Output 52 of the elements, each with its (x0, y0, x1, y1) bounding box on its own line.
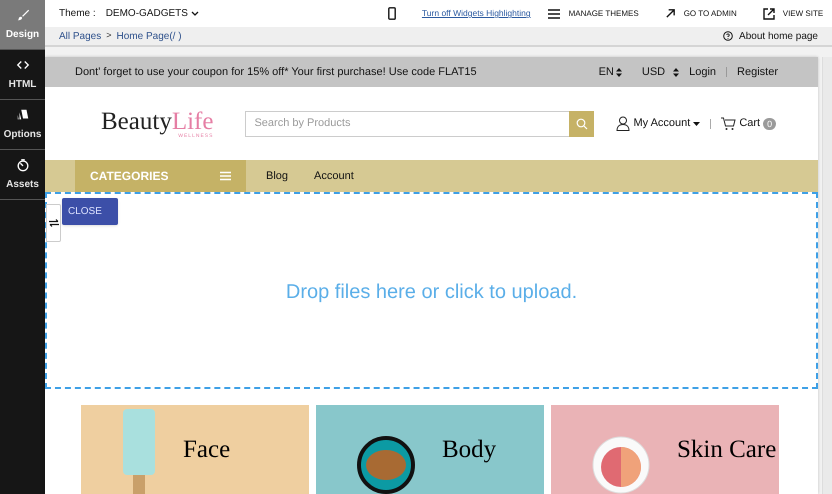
toolbar-action[interactable]: GO TO ADMIN (664, 8, 737, 20)
category-title: Face (183, 435, 230, 466)
dial-icon (16, 158, 30, 172)
about-page-link[interactable]: About home page (739, 28, 818, 44)
category-title: Skin Care (677, 435, 776, 466)
dropzone-text: Drop files here or click to upload. (286, 280, 578, 304)
swap-handle[interactable] (46, 204, 61, 242)
logo-text: Beauty (101, 108, 172, 134)
login-link[interactable]: Login (689, 64, 716, 80)
theme-dropdown[interactable]: DEMO-GADGETS (106, 6, 199, 21)
category-title: Body (442, 435, 496, 466)
nav-link[interactable]: Account (314, 168, 354, 184)
toolbar-action[interactable]: VIEW SITE (762, 8, 824, 20)
caret-icon (693, 122, 700, 126)
logo-accent-text: Life (172, 108, 214, 134)
menu-icon (220, 171, 231, 181)
user-icon (616, 116, 630, 131)
breadcrumb-separator: > (106, 29, 112, 42)
cart-icon (721, 116, 736, 130)
breadcrumb-link[interactable]: Home Page(/ ) (116, 28, 182, 44)
chevron-down-icon (190, 10, 199, 16)
menu-icon (546, 8, 561, 20)
nav-link[interactable]: Blog (266, 168, 288, 184)
brush-icon (16, 8, 30, 22)
swap-arrows-icon (48, 219, 58, 227)
search-field[interactable]: Search by Products (245, 110, 570, 136)
cards-icon (16, 108, 30, 122)
product-jar-drawing (356, 435, 416, 494)
widgets-highlighting-link[interactable]: Turn off Widgets Highlighting (422, 7, 531, 20)
category-card[interactable]: Body (316, 405, 544, 494)
cart-count-badge: 0 (763, 118, 776, 130)
upload-dropzone[interactable]: CLOSE Drop files here or click to upload. (45, 192, 818, 389)
theme-label: Theme : (59, 7, 96, 21)
external-link-icon (762, 8, 775, 20)
sort-icon (616, 68, 622, 76)
help-icon (723, 31, 734, 41)
register-link[interactable]: Register (737, 64, 778, 80)
breadcrumb-link[interactable]: All Pages (59, 28, 102, 44)
cart-button[interactable]: Cart 0 (721, 115, 776, 132)
category-card[interactable]: Face (81, 405, 309, 494)
category-card[interactable]: Skin Care (551, 405, 779, 494)
toolbar-action[interactable]: MANAGE THEMES (546, 8, 639, 20)
arrow-icon (664, 8, 676, 19)
sidebar-tab[interactable]: Design (0, 0, 45, 50)
promo-text: Dont' forget to use your coupon for 15% off* Your first purchase! Use code FLAT15 (75, 64, 477, 80)
mobile-phone-icon[interactable] (388, 7, 396, 20)
close-button[interactable]: CLOSE (62, 198, 118, 225)
sort-icon (673, 68, 680, 76)
account-menu[interactable]: My Account (616, 115, 700, 132)
language-select[interactable]: EN (598, 64, 622, 80)
search-icon (576, 118, 588, 130)
currency-select[interactable]: USD (642, 64, 680, 80)
